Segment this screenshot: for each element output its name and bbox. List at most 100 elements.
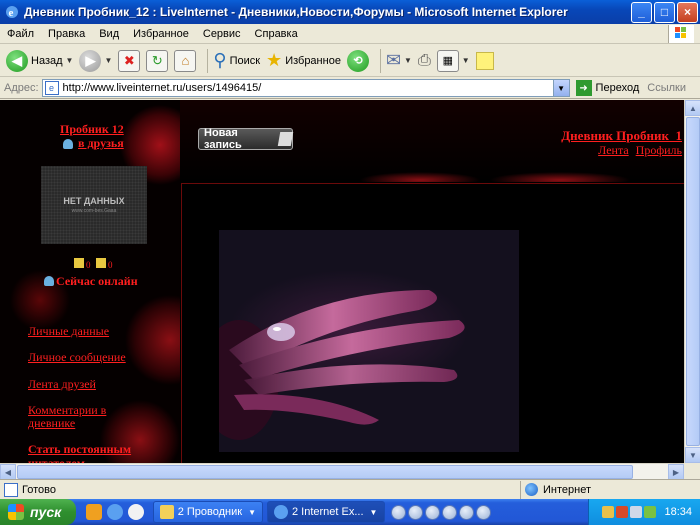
- start-label: пуск: [30, 504, 62, 520]
- diary-feed-link[interactable]: Лента: [598, 143, 629, 157]
- mailbox-icon[interactable]: [74, 258, 84, 268]
- menu-favorites[interactable]: Избранное: [126, 28, 196, 40]
- scroll-down-icon[interactable]: ▼: [685, 447, 700, 463]
- favorites-button[interactable]: ★ Избранное: [266, 50, 341, 71]
- scroll-left-icon[interactable]: ◀: [0, 464, 16, 480]
- menu-view[interactable]: Вид: [92, 28, 126, 40]
- scroll-up-icon[interactable]: ▲: [685, 100, 700, 116]
- username-link[interactable]: Пробник 12: [60, 122, 124, 137]
- menu-edit[interactable]: Правка: [41, 28, 92, 40]
- edit-dropdown-icon[interactable]: ▼: [462, 56, 470, 65]
- title-bar: e Дневник Пробник_12 : LiveInternet - Дн…: [0, 0, 700, 24]
- notes-icon[interactable]: [475, 51, 494, 70]
- media-volume-icon[interactable]: [476, 504, 491, 520]
- links-button[interactable]: Ссылки: [647, 82, 686, 94]
- status-bar: Готово Интернет: [0, 479, 700, 499]
- media-next-icon[interactable]: [459, 504, 474, 520]
- system-tray: 18:34: [588, 499, 700, 525]
- ie-icon: e: [6, 6, 18, 19]
- avatar: НЕТ ДАННЫХ www.com-bes.Gaaa: [41, 166, 147, 244]
- edit-icon[interactable]: ▦: [436, 49, 459, 72]
- tray-volume-icon[interactable]: [630, 506, 643, 518]
- sidebar-link-private-message[interactable]: Личное сообщение: [28, 350, 126, 365]
- search-icon: ⚲: [213, 50, 227, 70]
- forward-dropdown-icon[interactable]: ▼: [104, 56, 112, 65]
- address-input[interactable]: e http://www.liveinternet.ru/users/14964…: [41, 79, 570, 97]
- sidebar-link-personal-data[interactable]: Личные данные: [28, 324, 109, 339]
- windows-logo-icon: [668, 25, 694, 43]
- favorites-label: Избранное: [285, 54, 341, 67]
- back-dropdown-icon[interactable]: ▼: [66, 56, 74, 65]
- diary-profile-link[interactable]: Профиль: [636, 143, 682, 157]
- forward-button[interactable]: ▶ ▼: [79, 49, 112, 72]
- print-icon[interactable]: ⎙: [418, 52, 431, 70]
- quicklaunch-media-icon[interactable]: [86, 504, 102, 520]
- sidebar-link-friends-feed[interactable]: Лента друзей: [28, 377, 96, 392]
- task-ie-label: 2 Internet Ex...: [292, 506, 364, 518]
- task-internet-explorer[interactable]: 2 Internet Ex... ▼: [267, 501, 385, 523]
- stop-icon[interactable]: ✖: [118, 49, 141, 72]
- history-icon[interactable]: ⟲: [346, 49, 369, 72]
- back-arrow-icon: ◀: [6, 49, 28, 72]
- tray-app-icon[interactable]: [644, 506, 657, 518]
- counter-2: 0: [108, 260, 113, 270]
- vertical-scrollbar[interactable]: ▲ ▼: [684, 100, 700, 463]
- menu-file[interactable]: Файл: [0, 28, 41, 40]
- tray-network-icon[interactable]: [602, 506, 615, 518]
- status-text: Готово: [22, 483, 56, 496]
- avatar-text: НЕТ ДАННЫХ: [63, 196, 125, 206]
- go-button[interactable]: Переход: [596, 82, 640, 94]
- flower-illustration: [219, 290, 465, 440]
- mail-icon[interactable]: ✉: [386, 50, 401, 71]
- address-url[interactable]: http://www.liveinternet.ru/users/1496415…: [63, 82, 553, 94]
- maximize-button[interactable]: □: [654, 1, 675, 23]
- address-label: Адрес:: [4, 82, 39, 94]
- menu-bar: Файл Правка Вид Избранное Сервис Справка: [0, 24, 700, 44]
- media-stop-icon[interactable]: [425, 504, 440, 520]
- online-user-icon: [44, 276, 54, 286]
- sidebar-link-become-reader[interactable]: Стать постоянным читателем: [28, 442, 158, 463]
- svg-text:e: e: [9, 7, 14, 19]
- minimize-button[interactable]: _: [631, 1, 652, 23]
- diary-nav: Лента Профиль: [594, 143, 682, 158]
- horizontal-scroll-thumb[interactable]: [17, 465, 633, 479]
- task-group-arrow-icon: ▼: [369, 507, 378, 517]
- page-content: Пробник 12 в друзья НЕТ ДАННЫХ www.com-b…: [0, 100, 684, 463]
- refresh-icon[interactable]: ↻: [146, 49, 169, 72]
- close-button[interactable]: ×: [677, 1, 698, 23]
- media-play-icon[interactable]: [442, 504, 457, 520]
- quicklaunch-player-icon[interactable]: [128, 504, 144, 520]
- mail-dropdown-icon[interactable]: ▼: [404, 56, 412, 65]
- menu-help[interactable]: Справка: [248, 28, 305, 40]
- back-label: Назад: [31, 54, 63, 67]
- horizontal-scrollbar[interactable]: ◀ ▶: [0, 463, 684, 480]
- vertical-scroll-thumb[interactable]: [686, 117, 700, 446]
- star-icon: ★: [266, 50, 283, 70]
- media-pause-icon[interactable]: [408, 504, 423, 520]
- address-dropdown-icon[interactable]: ▼: [552, 80, 569, 96]
- media-prev-icon[interactable]: [391, 504, 406, 520]
- new-post-button[interactable]: Новая запись: [198, 127, 294, 151]
- menu-tools[interactable]: Сервис: [196, 28, 248, 40]
- sidebar-link-diary-comments[interactable]: Комментарии в дневнике: [28, 404, 138, 430]
- scroll-right-icon[interactable]: ▶: [668, 464, 684, 480]
- add-friend-link[interactable]: в друзья: [78, 136, 124, 151]
- back-button[interactable]: ◀ Назад ▼: [6, 49, 74, 72]
- search-button[interactable]: ⚲ Поиск: [213, 50, 260, 71]
- flower-photo: [219, 230, 519, 452]
- task-group-arrow-icon: ▼: [248, 507, 256, 517]
- windows-flag-icon: [8, 504, 24, 520]
- home-icon[interactable]: ⌂: [174, 49, 197, 72]
- start-button[interactable]: пуск: [0, 499, 76, 525]
- quick-launch: [86, 504, 149, 520]
- notes-icon[interactable]: [96, 258, 106, 268]
- address-bar: Адрес: e http://www.liveinternet.ru/user…: [0, 78, 700, 99]
- diary-title-link[interactable]: Дневник Пробник_1: [561, 128, 682, 144]
- quicklaunch-ie-icon[interactable]: [107, 504, 123, 520]
- go-arrow-icon[interactable]: ➜: [575, 80, 592, 96]
- task-explorer[interactable]: 2 Проводник ▼: [153, 501, 263, 523]
- media-controls: [391, 504, 493, 520]
- forward-arrow-icon: ▶: [79, 49, 102, 72]
- globe-icon: [525, 483, 538, 496]
- tray-antivirus-icon[interactable]: [616, 506, 629, 518]
